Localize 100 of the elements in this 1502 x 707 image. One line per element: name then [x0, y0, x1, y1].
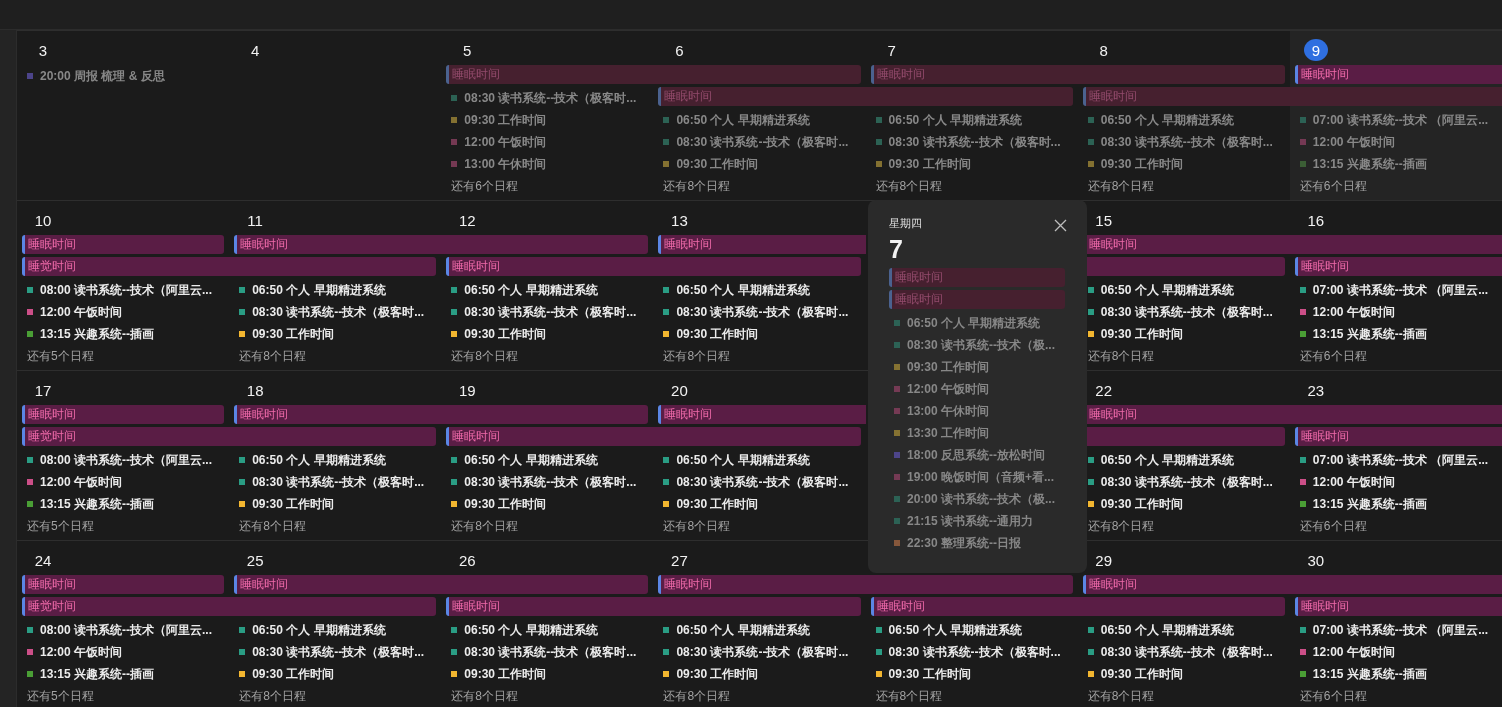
more-events-link[interactable]: 还有8个日程 — [441, 515, 518, 537]
event-item[interactable]: 13:15 兴趣系统--插画 — [1289, 323, 1502, 345]
event-item[interactable]: 08:30 读书系统--技术（极客时... — [441, 87, 654, 109]
close-icon[interactable] — [1054, 219, 1067, 232]
event-bar[interactable]: 睡眠时间 — [22, 235, 225, 254]
event-bar[interactable] — [653, 65, 861, 84]
event-item[interactable]: 09:30 工作时间 — [441, 663, 654, 685]
event-item[interactable]: 19:00 晚饭时间（音频+看... — [889, 466, 1067, 488]
event-item[interactable]: 12:00 午饭时间 — [17, 471, 230, 493]
day-number[interactable]: 23 — [1303, 379, 1328, 401]
event-bar[interactable]: 睡眠时间 — [446, 597, 654, 616]
event-item[interactable]: 08:30 读书系统--技术（极客时... — [1077, 131, 1290, 153]
event-item[interactable]: 07:00 读书系统--技术 （阿里云... — [1289, 109, 1502, 131]
event-item[interactable]: 09:30 工作时间 — [441, 109, 654, 131]
event-item[interactable]: 06:50 个人 早期精进系统 — [441, 619, 654, 641]
day-number[interactable]: 5 — [455, 39, 480, 61]
event-item[interactable]: 08:30 读书系统--技术（极客时... — [653, 641, 866, 663]
event-item[interactable]: 09:30 工作时间 — [441, 493, 654, 515]
event-item[interactable]: 09:30 工作时间 — [1077, 323, 1290, 345]
day-number[interactable]: 29 — [1091, 549, 1116, 571]
event-item[interactable]: 13:15 兴趣系统--插画 — [1289, 153, 1502, 175]
more-events-link[interactable]: 还有8个日程 — [1077, 685, 1155, 707]
event-item[interactable]: 13:30 工作时间 — [889, 422, 1067, 444]
event-item[interactable]: 06:50 个人 早期精进系统 — [653, 619, 866, 641]
event-item[interactable]: 08:30 读书系统--技术（极客时... — [229, 641, 442, 663]
event-item[interactable]: 06:50 个人 早期精进系统 — [865, 619, 1078, 641]
event-item[interactable]: 08:30 读书系统--技术（极客时... — [865, 131, 1078, 153]
event-bar[interactable]: 睡眠时间 — [658, 405, 866, 424]
event-item[interactable]: 06:50 个人 早期精进系统 — [229, 619, 442, 641]
event-item[interactable]: 08:30 读书系统--技术（极客时... — [441, 641, 654, 663]
event-item[interactable]: 06:50 个人 早期精进系统 — [441, 449, 654, 471]
event-item[interactable]: 09:30 工作时间 — [229, 323, 442, 345]
event-item[interactable]: 09:30 工作时间 — [229, 663, 442, 685]
event-item[interactable]: 09:30 工作时间 — [653, 323, 866, 345]
day-number[interactable]: 13 — [667, 209, 692, 231]
event-bar[interactable]: 睡眠时间 — [234, 575, 442, 594]
event-bar[interactable]: 睡眠时间 — [1294, 597, 1502, 616]
event-item[interactable]: 13:00 午休时间 — [441, 153, 654, 175]
day-number[interactable]: 10 — [31, 209, 55, 231]
event-item[interactable]: 06:50 个人 早期精进系统 — [1077, 449, 1290, 471]
event-item[interactable]: 08:30 读书系统--技术（极客时... — [441, 471, 654, 493]
event-bar[interactable] — [653, 597, 861, 616]
event-item[interactable]: 08:00 读书系统--技术（阿里云... — [17, 449, 230, 471]
event-bar[interactable]: 睡眠时间 — [446, 427, 654, 446]
event-item[interactable]: 12:00 午饭时间 — [1289, 641, 1502, 663]
event-item[interactable]: 09:30 工作时间 — [1077, 663, 1290, 685]
more-events-link[interactable]: 还有8个日程 — [653, 345, 731, 367]
day-number[interactable]: 7 — [879, 39, 904, 61]
more-events-link[interactable]: 还有6个日程 — [1289, 175, 1367, 197]
event-item[interactable]: 08:30 读书系统--技术（极客时... — [653, 301, 866, 323]
event-item[interactable]: 13:15 兴趣系统--插画 — [1289, 663, 1502, 685]
event-bar[interactable]: 睡觉时间 — [22, 597, 230, 616]
event-item[interactable]: 12:00 午饭时间 — [1289, 301, 1502, 323]
day-number[interactable]: 26 — [455, 549, 480, 571]
more-events-link[interactable]: 还有8个日程 — [653, 175, 731, 197]
day-number[interactable]: 22 — [1091, 379, 1116, 401]
event-bar[interactable]: 睡眠时间 — [658, 235, 866, 254]
day-number[interactable]: 6 — [667, 39, 692, 61]
event-item[interactable]: 20:00 读书系统--技术（极... — [889, 488, 1067, 510]
day-number[interactable]: 27 — [667, 549, 692, 571]
event-bar[interactable]: 睡眠时间 — [870, 597, 1078, 616]
day-number[interactable]: 15 — [1091, 209, 1116, 231]
event-bar[interactable] — [1289, 575, 1502, 594]
event-bar[interactable] — [1289, 87, 1502, 106]
event-bar[interactable]: 睡眠时间 — [234, 405, 442, 424]
more-events-link[interactable]: 还有8个日程 — [865, 685, 943, 707]
event-item[interactable]: 06:50 个人 早期精进系统 — [1077, 619, 1290, 641]
event-item[interactable]: 13:15 兴趣系统--插画 — [17, 663, 230, 685]
day-number[interactable]: 8 — [1091, 39, 1116, 61]
event-bar[interactable]: 睡眠时间 — [22, 575, 225, 594]
event-item[interactable]: 09:30 工作时间 — [653, 493, 866, 515]
event-item[interactable]: 22:30 整理系统--日报 — [889, 532, 1067, 554]
event-item[interactable]: 07:00 读书系统--技术 （阿里云... — [1289, 619, 1502, 641]
event-item[interactable]: 12:00 午饭时间 — [1289, 131, 1502, 153]
event-item[interactable]: 09:30 工作时间 — [653, 153, 866, 175]
event-bar[interactable]: 睡眠时间 — [1294, 427, 1502, 446]
more-events-link[interactable]: 还有6个日程 — [1289, 515, 1367, 537]
event-item[interactable]: 12:00 午饭时间 — [17, 301, 230, 323]
event-item[interactable]: 09:30 工作时间 — [229, 493, 442, 515]
event-item[interactable]: 06:50 个人 早期精进系统 — [653, 279, 866, 301]
event-item[interactable]: 08:00 读书系统--技术（阿里云... — [17, 279, 230, 301]
event-item[interactable]: 12:00 午饭时间 — [889, 378, 1067, 400]
event-item[interactable]: 21:15 读书系统--通用力 — [889, 510, 1067, 532]
event-item[interactable]: 13:00 午休时间 — [889, 400, 1067, 422]
event-bar[interactable]: 睡眠时间 — [1294, 257, 1502, 276]
event-bar[interactable] — [865, 575, 1073, 594]
day-number[interactable]: 9 — [1303, 39, 1328, 61]
event-bar[interactable] — [1289, 405, 1502, 424]
more-events-link[interactable]: 还有8个日程 — [653, 515, 731, 537]
event-bar[interactable] — [1077, 597, 1285, 616]
event-item[interactable]: 06:50 个人 早期精进系统 — [441, 279, 654, 301]
event-item[interactable]: 12:00 午饭时间 — [441, 131, 654, 153]
event-item[interactable]: 06:50 个人 早期精进系统 — [229, 449, 442, 471]
more-events-link[interactable]: 还有5个日程 — [17, 685, 94, 707]
day-number[interactable]: 16 — [1303, 209, 1328, 231]
event-bar[interactable] — [865, 87, 1073, 106]
day-number[interactable]: 24 — [31, 549, 55, 571]
event-bar[interactable] — [653, 427, 861, 446]
event-item[interactable]: 06:50 个人 早期精进系统 — [1077, 279, 1290, 301]
event-bar[interactable]: 睡眠时间 — [22, 405, 225, 424]
